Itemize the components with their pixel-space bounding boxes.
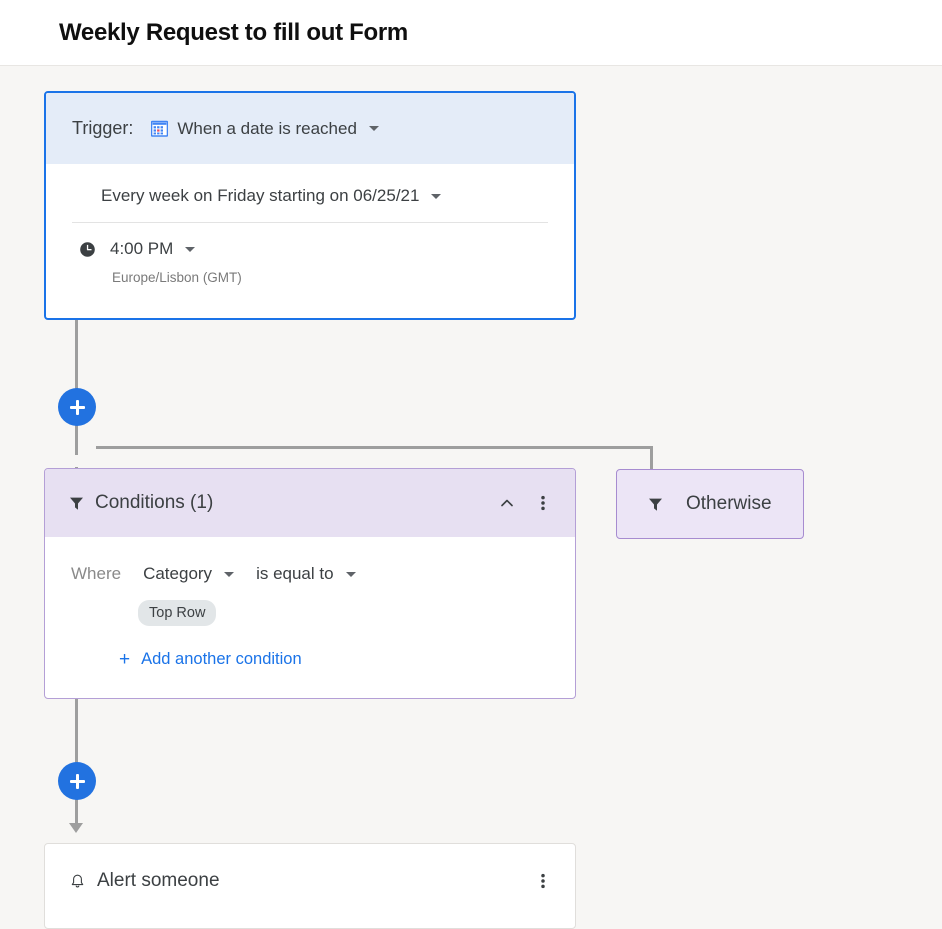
- conditions-title: Conditions (1): [95, 492, 214, 513]
- kebab-menu-icon[interactable]: [533, 871, 553, 891]
- add-another-condition-button[interactable]: + Add another condition: [45, 626, 575, 669]
- trigger-type-value[interactable]: When a date is reached: [177, 119, 357, 139]
- alert-title: Alert someone: [97, 870, 220, 891]
- trigger-label: Trigger:: [72, 118, 134, 138]
- timezone-label: Europe/Lisbon (GMT): [112, 270, 242, 285]
- time-row[interactable]: 4:00 PM: [46, 223, 574, 259]
- condition-operator-value: is equal to: [256, 564, 334, 583]
- time-value[interactable]: 4:00 PM: [110, 239, 173, 259]
- conditions-header[interactable]: Conditions (1): [45, 469, 575, 537]
- connector-arrow-to-action: [69, 823, 83, 833]
- trigger-card[interactable]: Trigger: When a date is reached Every we…: [44, 91, 576, 320]
- app-header: Weekly Request to fill out Form: [0, 0, 942, 66]
- page-title: Weekly Request to fill out Form: [59, 18, 408, 46]
- where-label: Where: [71, 564, 122, 583]
- condition-field-select[interactable]: Category: [143, 564, 235, 584]
- add-step-button-2[interactable]: [58, 762, 96, 800]
- condition-field-value: Category: [143, 564, 213, 583]
- connector-branch-horizontal: [96, 446, 653, 449]
- add-step-button-1[interactable]: [58, 388, 96, 426]
- filter-icon: [648, 497, 663, 512]
- otherwise-label: Otherwise: [686, 493, 772, 514]
- condition-row: Where Category is equal to: [45, 537, 575, 584]
- filter-icon: [69, 496, 84, 511]
- bell-icon: [69, 873, 86, 890]
- otherwise-card[interactable]: Otherwise: [616, 469, 804, 539]
- chevron-down-icon[interactable]: [368, 126, 379, 131]
- condition-value-row: Top Row: [45, 584, 575, 626]
- alert-someone-card[interactable]: Alert someone: [44, 843, 576, 929]
- recurrence-value[interactable]: Every week on Friday starting on 06/25/2…: [101, 186, 419, 206]
- kebab-menu-icon[interactable]: [533, 493, 553, 513]
- chevron-down-icon[interactable]: [185, 246, 196, 252]
- alert-header: Alert someone: [45, 844, 575, 892]
- add-another-condition-label: Add another condition: [141, 650, 302, 668]
- conditions-card[interactable]: Conditions (1) Where Category is equal t…: [44, 468, 576, 699]
- chevron-down-icon[interactable]: [431, 193, 442, 199]
- condition-value-chip[interactable]: Top Row: [138, 600, 217, 626]
- chevron-up-icon[interactable]: [497, 493, 517, 513]
- trigger-body: Every week on Friday starting on 06/25/2…: [46, 164, 574, 285]
- recurrence-row[interactable]: Every week on Friday starting on 06/25/2…: [46, 164, 574, 208]
- clock-icon: [79, 241, 96, 258]
- chevron-down-icon[interactable]: [224, 571, 235, 577]
- condition-operator-select[interactable]: is equal to: [256, 564, 356, 584]
- workflow-canvas: Trigger: When a date is reached Every we…: [0, 66, 942, 929]
- plus-icon: +: [119, 649, 131, 670]
- trigger-header: Trigger: When a date is reached: [46, 93, 574, 164]
- calendar-icon: [151, 120, 169, 137]
- chevron-down-icon[interactable]: [345, 571, 356, 577]
